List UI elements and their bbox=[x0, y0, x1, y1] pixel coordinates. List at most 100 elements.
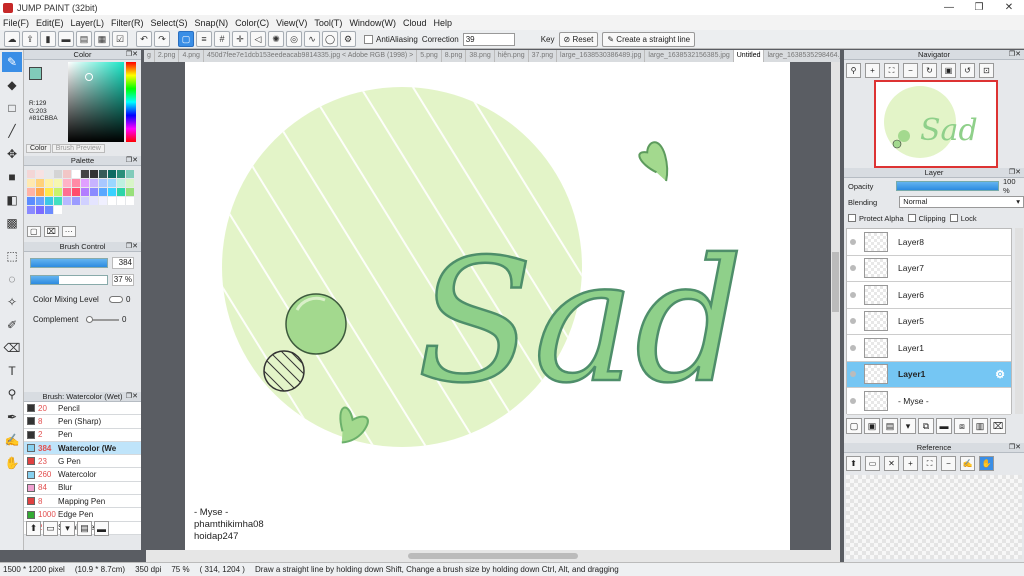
folder-open-icon[interactable]: ▭ bbox=[865, 456, 880, 471]
lasso-tool-icon[interactable]: ◌ bbox=[2, 269, 22, 289]
close-icon[interactable]: ❐✕ bbox=[126, 242, 138, 252]
close-button[interactable]: ✕ bbox=[994, 0, 1024, 15]
new-palette-icon[interactable]: ▢ bbox=[27, 226, 41, 237]
new-layer-icon[interactable]: ▢ bbox=[846, 418, 862, 434]
fill-rect-tool-icon[interactable]: ■ bbox=[2, 167, 22, 187]
document-tab[interactable]: 38.png bbox=[466, 50, 495, 62]
visibility-icon[interactable] bbox=[850, 397, 856, 404]
menu-select[interactable]: Select(S) bbox=[151, 18, 188, 28]
reference-view[interactable] bbox=[846, 475, 1022, 559]
menu-cloud[interactable]: Cloud bbox=[403, 18, 427, 28]
layer-row[interactable]: Layer5 bbox=[847, 308, 1011, 335]
document-icon[interactable]: ▤ bbox=[76, 31, 92, 47]
delete-icon[interactable]: ⌧ bbox=[990, 418, 1006, 434]
saturation-value-picker[interactable] bbox=[68, 62, 124, 142]
snap-vanish-icon[interactable]: ◁ bbox=[250, 31, 266, 47]
rectangle-tool-icon[interactable]: □ bbox=[2, 98, 22, 118]
snap-cross-icon[interactable]: ✛ bbox=[232, 31, 248, 47]
folder-icon[interactable]: ▬ bbox=[936, 418, 952, 434]
brush-list-item[interactable]: 23 G Pen bbox=[24, 455, 141, 469]
eyedropper-tool-icon[interactable]: ✍ bbox=[2, 430, 22, 450]
merge-layer-icon[interactable]: ⧈ bbox=[954, 418, 970, 434]
zoom-out-icon[interactable]: − bbox=[941, 456, 956, 471]
pen-tool-icon[interactable]: ✒ bbox=[2, 407, 22, 427]
menu-file[interactable]: File(F) bbox=[3, 18, 29, 28]
horizontal-scrollbar[interactable] bbox=[146, 550, 840, 562]
document-tab[interactable]: hiện.png bbox=[495, 50, 529, 62]
more-icon[interactable]: ··· bbox=[61, 226, 76, 237]
hand-icon[interactable]: ✋ bbox=[979, 456, 994, 471]
straight-line-button[interactable]: ✎ Create a straight line bbox=[602, 31, 696, 47]
layer-scrollbar[interactable] bbox=[1015, 228, 1023, 414]
brush-opacity-slider[interactable] bbox=[30, 275, 108, 285]
tab-color[interactable]: Color bbox=[26, 144, 51, 153]
menu-help[interactable]: Help bbox=[433, 18, 452, 28]
hand-tool-icon[interactable]: ✋ bbox=[2, 453, 22, 473]
rotate-icon[interactable]: ↻ bbox=[922, 63, 937, 78]
zoom-in-icon[interactable]: + bbox=[903, 456, 918, 471]
cloud-icon[interactable]: ☁ bbox=[4, 31, 20, 47]
menu-layer[interactable]: Layer(L) bbox=[71, 18, 105, 28]
close-icon[interactable]: ❐✕ bbox=[1009, 50, 1021, 60]
reset-button[interactable]: ⊘ Reset bbox=[558, 31, 599, 47]
zoom-out-icon[interactable]: − bbox=[903, 63, 918, 78]
complement-slider-handle[interactable] bbox=[86, 316, 93, 323]
brush-size-slider[interactable] bbox=[30, 258, 108, 268]
gear-icon[interactable]: ⚙ bbox=[995, 368, 1005, 381]
menu-filter[interactable]: Filter(R) bbox=[111, 18, 144, 28]
text-tool-icon[interactable]: T bbox=[2, 361, 22, 381]
document-tab[interactable]: 5.png bbox=[417, 50, 442, 62]
brush-list-item[interactable]: 1000 Edge Pen bbox=[24, 508, 141, 522]
clear-layer-icon[interactable]: ▥ bbox=[972, 418, 988, 434]
visibility-icon[interactable] bbox=[850, 371, 856, 378]
zoom-icon[interactable]: ⚲ bbox=[846, 63, 861, 78]
redo-icon[interactable]: ↷ bbox=[154, 31, 170, 47]
foreground-color-swatch[interactable] bbox=[29, 67, 42, 80]
maximize-button[interactable]: ❐ bbox=[964, 0, 994, 15]
line-tool-icon[interactable]: ╱ bbox=[2, 121, 22, 141]
zoom-in-icon[interactable]: + bbox=[865, 63, 880, 78]
protect-alpha-checkbox[interactable] bbox=[848, 214, 856, 222]
new-1bit-layer-icon[interactable]: ▤ bbox=[882, 418, 898, 434]
navigator-preview[interactable]: Sad bbox=[874, 80, 998, 168]
close-image-icon[interactable]: ✕ bbox=[884, 456, 899, 471]
scroll-thumb[interactable] bbox=[832, 252, 839, 312]
checklist-icon[interactable]: ☑ bbox=[112, 31, 128, 47]
reset-view-icon[interactable]: ▣ bbox=[941, 63, 956, 78]
visibility-icon[interactable] bbox=[850, 238, 856, 245]
antialiasing-checkbox[interactable] bbox=[364, 34, 373, 44]
drawing-canvas[interactable]: Sad - Myse - phamthikimha08 hoidap247 bbox=[185, 62, 790, 550]
bucket-tool-icon[interactable]: ◧ bbox=[2, 190, 22, 210]
layer-row[interactable]: Layer8 bbox=[847, 229, 1011, 256]
document-tab[interactable]: 2.png bbox=[155, 50, 180, 62]
document-tab[interactable]: large_1638530386489.jpg bbox=[557, 50, 646, 62]
document-tab[interactable]: 8.png bbox=[442, 50, 467, 62]
brush-list-item[interactable]: 8 Pen (Sharp) bbox=[24, 415, 141, 429]
brush-list-item[interactable]: 84 Blur bbox=[24, 481, 141, 496]
select-pen-tool-icon[interactable]: ✐ bbox=[2, 315, 22, 335]
clipping-checkbox[interactable] bbox=[907, 214, 916, 222]
document-tab[interactable]: Untitled bbox=[733, 50, 765, 62]
close-icon[interactable]: ❐✕ bbox=[126, 392, 138, 402]
brush-tool-icon[interactable]: ✎ bbox=[2, 52, 22, 72]
blending-select[interactable]: Normal ▾ bbox=[899, 196, 1024, 208]
brush-list-item[interactable]: 8 Mapping Pen bbox=[24, 495, 141, 509]
fit-icon[interactable]: ⛶ bbox=[922, 456, 937, 471]
tab-brush-preview[interactable]: Brush Preview bbox=[51, 144, 105, 153]
layer-row[interactable]: Layer1 bbox=[847, 335, 1011, 362]
new-8bit-layer-icon[interactable]: ▣ bbox=[864, 418, 880, 434]
visibility-icon[interactable] bbox=[850, 318, 856, 325]
snap-settings-icon[interactable]: ⚙ bbox=[340, 31, 356, 47]
select-eraser-tool-icon[interactable]: ⌫ bbox=[2, 338, 22, 358]
document-tab[interactable]: g bbox=[144, 50, 155, 62]
color-mixing-toggle[interactable] bbox=[109, 296, 123, 303]
brush-list-item[interactable]: 384 Watercolor (We bbox=[24, 441, 141, 456]
eraser-tool-icon[interactable]: ◆ bbox=[2, 75, 22, 95]
comment-icon[interactable]: ▮ bbox=[40, 31, 56, 47]
layer-row[interactable]: Layer7 bbox=[847, 255, 1011, 282]
menu-edit[interactable]: Edit(E) bbox=[36, 18, 64, 28]
document-tab[interactable]: 4.png bbox=[179, 50, 204, 62]
correction-input[interactable]: 39 bbox=[462, 32, 515, 46]
folder-icon[interactable]: ▬ bbox=[94, 521, 109, 536]
add-brush-icon[interactable]: ▾ bbox=[60, 521, 75, 536]
